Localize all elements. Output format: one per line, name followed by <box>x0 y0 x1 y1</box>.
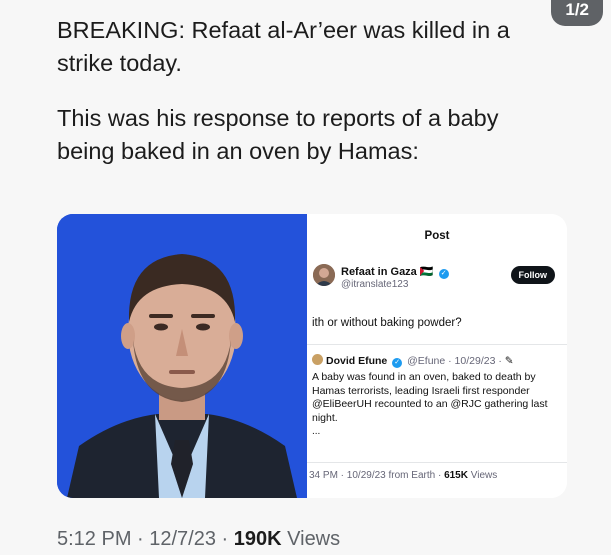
quoted-author-name: Refaat in Gaza 🇵🇸 ✓ <box>341 265 451 279</box>
tweet-media[interactable]: Post Refaat in Gaza 🇵🇸 ✓ @itranslate123 … <box>57 214 567 498</box>
quoted-post-footer: 34 PM · 10/29/23 from Earth · 615K Views <box>309 470 497 481</box>
tweet-meta: 5:12 PM · 12/7/23 · 190K Views <box>57 528 340 551</box>
quoted-post-views-label: Views <box>470 470 498 481</box>
tweet-views-label: Views <box>287 528 341 550</box>
portrait-photo[interactable] <box>57 214 307 498</box>
replied-author-name: Dovid Efune <box>326 355 388 367</box>
tweet-text: BREAKING: Refaat al-Ar’eer was killed in… <box>57 14 557 168</box>
tweet-text-line-2: This was his response to reports of a ba… <box>57 105 499 164</box>
image-counter-badge: 1/2 <box>551 0 603 26</box>
replied-author-avatar <box>312 354 323 365</box>
quoted-post-view-count: 615K <box>444 470 468 481</box>
quoted-post-text: ith or without baking powder? <box>312 317 462 329</box>
quoted-author-avatar <box>313 264 335 286</box>
replied-post-ellipsis: ... <box>312 426 321 437</box>
quoted-author-name-text: Refaat in Gaza <box>341 266 417 278</box>
flag-icon: 🇵🇸 <box>419 266 434 278</box>
quoted-post-header: Post <box>424 230 450 242</box>
tweet-view-count: 190K <box>233 528 282 550</box>
replied-post-body: A baby was found in an oven, baked to de… <box>312 371 548 424</box>
quoted-author-row: Refaat in Gaza 🇵🇸 ✓ @itranslate123 Follo… <box>313 264 563 294</box>
quoted-post-screenshot: Post Refaat in Gaza 🇵🇸 ✓ @itranslate123 … <box>307 214 567 498</box>
verified-badge-icon: ✓ <box>438 269 449 279</box>
divider <box>307 462 567 463</box>
tweet-text-line-1: BREAKING: Refaat al-Ar’eer was killed in… <box>57 17 510 76</box>
follow-button: Follow <box>510 266 555 284</box>
replied-author-meta: @Efune · 10/29/23 · <box>407 355 502 367</box>
replied-post-header: Dovid Efune ✓ @Efune · 10/29/23 · ✎ <box>312 354 562 368</box>
replied-post: Dovid Efune ✓ @Efune · 10/29/23 · ✎ A ba… <box>312 354 562 437</box>
verified-badge-icon: ✓ <box>392 358 403 368</box>
quoted-author-handle: @itranslate123 <box>341 279 409 290</box>
pencil-icon: ✎ <box>504 355 514 367</box>
divider <box>307 344 567 345</box>
tweet-timestamp[interactable]: 5:12 PM · 12/7/23 · <box>57 528 228 550</box>
quoted-post-timestamp: 34 PM · 10/29/23 from Earth · <box>309 470 442 481</box>
